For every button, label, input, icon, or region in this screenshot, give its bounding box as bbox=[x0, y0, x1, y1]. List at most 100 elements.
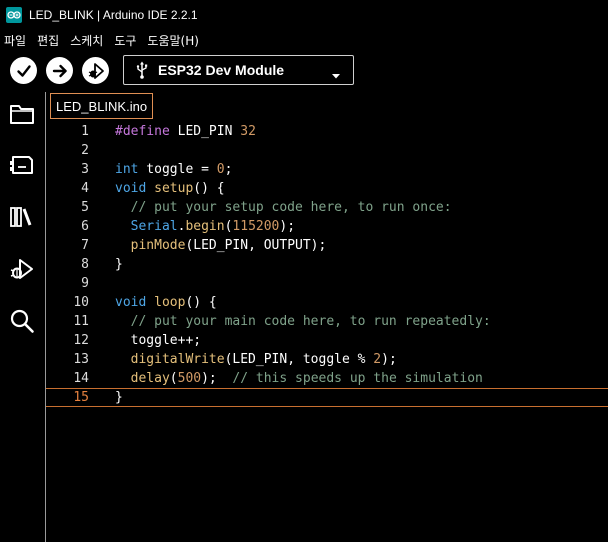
code-text: // put your setup code here, to run once… bbox=[115, 198, 452, 217]
code-text: #define LED_PIN 32 bbox=[115, 122, 256, 141]
debug-icon bbox=[88, 62, 104, 79]
code-text: void setup() { bbox=[115, 179, 225, 198]
code-text: toggle++; bbox=[115, 331, 201, 350]
menu-file[interactable]: 파일 bbox=[4, 32, 26, 49]
code-token: setup bbox=[154, 181, 194, 196]
code-line[interactable]: 9 bbox=[46, 274, 608, 293]
line-number: 3 bbox=[81, 162, 89, 177]
code-token: ); bbox=[279, 219, 296, 234]
code-token: (LED_PIN, OUTPUT); bbox=[185, 238, 327, 253]
tab-label: LED_BLINK.ino bbox=[56, 98, 148, 114]
upload-button[interactable] bbox=[46, 57, 73, 84]
toolbar: ESP32 Dev Module bbox=[0, 50, 608, 92]
code-token: void bbox=[115, 295, 147, 310]
line-number: 15 bbox=[73, 390, 89, 405]
search-button[interactable] bbox=[7, 306, 37, 336]
code-line[interactable]: 12 toggle++; bbox=[46, 331, 608, 350]
line-number: 11 bbox=[73, 314, 89, 329]
code-line[interactable]: 4 void setup() { bbox=[46, 179, 608, 198]
code-token: int bbox=[115, 162, 139, 177]
menu-help[interactable]: 도움말(H) bbox=[147, 32, 199, 49]
code-token: 0 bbox=[216, 162, 225, 177]
code-line[interactable]: 13 digitalWrite(LED_PIN, toggle % 2); bbox=[46, 350, 608, 369]
code-line[interactable]: 8} bbox=[46, 255, 608, 274]
code-text: digitalWrite(LED_PIN, toggle % 2); bbox=[115, 350, 397, 369]
code-text: int toggle = 0; bbox=[115, 160, 232, 179]
code-token: digitalWrite bbox=[130, 352, 225, 367]
code-editor[interactable]: 1 #define LED_PIN 32 2 3 int toggle = 0; 4 voi… bbox=[46, 121, 608, 542]
code-line[interactable]: 2 bbox=[46, 141, 608, 160]
code-line[interactable]: 6 Serial.begin(115200); bbox=[46, 217, 608, 236]
code-text: } bbox=[115, 255, 123, 274]
line-number: 1 bbox=[81, 124, 89, 139]
board-selector[interactable]: ESP32 Dev Module bbox=[123, 55, 354, 85]
tab-led-blink[interactable]: LED_BLINK.ino bbox=[50, 93, 154, 119]
menu-bar: 파일 편집 스케치 도구 도움말(H) bbox=[0, 30, 608, 50]
code-token: ); bbox=[381, 352, 397, 367]
line-number: 10 bbox=[73, 295, 89, 310]
tab-bar: LED_BLINK.ino bbox=[46, 92, 608, 120]
arrow-right-icon bbox=[52, 64, 67, 77]
usb-icon bbox=[136, 61, 148, 79]
window-title: LED_BLINK | Arduino IDE 2.2.1 bbox=[29, 8, 198, 22]
menu-sketch[interactable]: 스케치 bbox=[70, 32, 103, 49]
code-token: begin bbox=[185, 219, 225, 234]
code-token: toggle++; bbox=[115, 333, 202, 348]
menu-edit[interactable]: 편집 bbox=[37, 32, 59, 49]
code-token: toggle = bbox=[138, 162, 217, 177]
code-token: ; bbox=[224, 162, 233, 177]
code-token: } bbox=[115, 257, 123, 272]
menu-tools[interactable]: 도구 bbox=[114, 32, 136, 49]
code-text: Serial.begin(115200); bbox=[115, 217, 295, 236]
code-line[interactable]: 11 // put your main code here, to run re… bbox=[46, 312, 608, 331]
code-token: // this speeds up the simulation bbox=[232, 371, 483, 386]
code-token: pinMode bbox=[130, 238, 186, 253]
library-manager-button[interactable] bbox=[7, 202, 37, 232]
code-token: #define bbox=[115, 124, 170, 139]
code-text: delay(500); // this speeds up the simula… bbox=[115, 369, 483, 388]
left-sidebar bbox=[0, 92, 46, 542]
debug-panel-button[interactable] bbox=[7, 254, 37, 284]
search-icon bbox=[10, 309, 34, 333]
line-number: 5 bbox=[81, 200, 89, 215]
code-token: delay bbox=[130, 371, 170, 386]
line-number: 6 bbox=[81, 219, 89, 234]
code-line[interactable]: 5 // put your setup code here, to run on… bbox=[46, 198, 608, 217]
checkmark-icon bbox=[16, 64, 31, 77]
line-number: 13 bbox=[73, 352, 89, 367]
boards-manager-button[interactable] bbox=[7, 150, 37, 180]
code-token: // put your main code here, to run repea… bbox=[115, 314, 491, 329]
arduino-ide-window: LED_BLINK | Arduino IDE 2.2.1 파일 편집 스케치 … bbox=[0, 0, 608, 542]
code-token: 115200 bbox=[232, 219, 280, 234]
code-text: void loop() { bbox=[115, 293, 217, 312]
board-manager-icon bbox=[10, 156, 33, 174]
code-line[interactable]: 3 int toggle = 0; bbox=[46, 160, 608, 179]
code-token: } bbox=[115, 390, 123, 405]
code-line[interactable]: 7 pinMode(LED_PIN, OUTPUT); bbox=[46, 236, 608, 255]
verify-button[interactable] bbox=[10, 57, 37, 84]
chevron-down-icon bbox=[331, 65, 341, 84]
code-line-current[interactable]: 15} bbox=[46, 388, 608, 407]
debug-icon bbox=[10, 259, 33, 279]
folder-icon bbox=[10, 105, 34, 124]
library-icon bbox=[10, 207, 32, 227]
line-number: 2 bbox=[81, 143, 89, 158]
code-token: LED_PIN bbox=[169, 124, 241, 139]
line-number: 14 bbox=[73, 371, 89, 386]
title-bar: LED_BLINK | Arduino IDE 2.2.1 bbox=[0, 0, 608, 30]
code-line[interactable]: 10 void loop() { bbox=[46, 293, 608, 312]
sketchbook-button[interactable] bbox=[7, 99, 37, 129]
board-name: ESP32 Dev Module bbox=[158, 62, 285, 78]
code-token: (LED_PIN, toggle % bbox=[224, 352, 374, 367]
code-line[interactable]: 14 delay(500); // this speeds up the sim… bbox=[46, 369, 608, 388]
code-token: Serial bbox=[130, 219, 178, 234]
code-text: } bbox=[115, 389, 123, 406]
debug-button[interactable] bbox=[82, 57, 109, 84]
code-token: 32 bbox=[240, 124, 256, 139]
code-line[interactable]: 1 #define LED_PIN 32 bbox=[46, 122, 608, 141]
